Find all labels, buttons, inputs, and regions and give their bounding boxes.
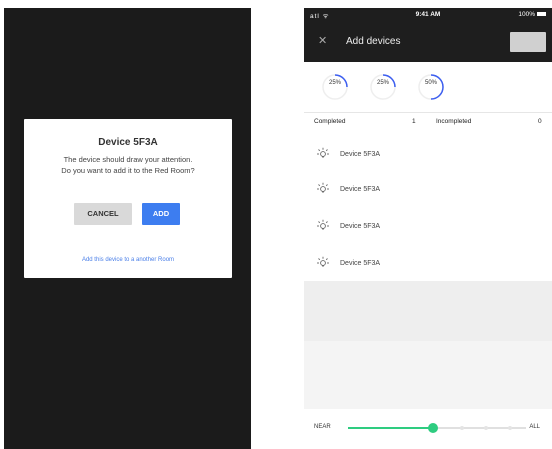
device-list-item[interactable]: Device 5F3A <box>304 210 552 244</box>
device-list-item[interactable]: Device 5F3A <box>304 247 552 281</box>
progress-ring-1-label: 25% <box>328 80 341 86</box>
bulb-icon <box>317 182 329 193</box>
progress-ring-1 <box>322 74 348 100</box>
device-name: Device 5F3A <box>340 186 381 193</box>
dialog-message-line-2: Do you want to add it to the Red Room? <box>61 166 195 175</box>
device-name: Device 5F3A <box>340 151 381 158</box>
device-list-item[interactable]: Device 5F3A <box>304 138 552 172</box>
add-device-dialog: Device 5F3A The device should draw your … <box>24 119 232 278</box>
dialog-title: Device 5F3A <box>98 137 158 148</box>
battery-percent: 100% <box>518 11 535 18</box>
completed-count: 1 <box>412 118 416 125</box>
add-to-another-room-link[interactable]: Add this device to a another Room <box>24 257 232 263</box>
device-name: Device 5F3A <box>340 223 381 230</box>
slider-thumb[interactable] <box>428 423 439 433</box>
bulb-icon <box>317 219 329 230</box>
add-button[interactable]: ADD <box>142 203 180 225</box>
slider-tick <box>460 426 464 430</box>
cancel-button[interactable]: CANCEL <box>74 203 132 225</box>
completion-stats: Completed 1 Incompleted 0 <box>304 114 552 130</box>
device-list-item[interactable]: Device 5F3A <box>304 173 552 207</box>
progress-ring-2 <box>370 74 396 100</box>
map-placeholder-lower <box>304 341 552 409</box>
slider-max-label: ALL <box>529 424 540 430</box>
dialog-message: The device should draw your attention. D… <box>32 154 224 176</box>
progress-ring-3-arc <box>430 74 444 100</box>
dialog-message-line-1: The device should draw your attention. <box>63 155 193 164</box>
slider-tick <box>508 426 512 430</box>
done-button[interactable] <box>510 32 546 52</box>
incompleted-count: 0 <box>538 118 542 125</box>
slider-fill <box>348 427 434 429</box>
divider <box>304 112 552 113</box>
slider-tick <box>484 426 488 430</box>
bulb-icon <box>317 256 329 267</box>
status-time: 9:41 AM <box>415 11 441 18</box>
progress-ring-3 <box>418 74 444 100</box>
app-bar: ✕ Add devices <box>304 22 552 62</box>
close-icon[interactable]: ✕ <box>318 34 327 47</box>
incompleted-label: Incompleted <box>436 118 472 125</box>
device-name: Device 5F3A <box>340 260 381 267</box>
page-title: Add devices <box>346 36 401 47</box>
range-slider[interactable] <box>348 423 526 433</box>
right-phone-screen: atl ᯤ 9:41 AM 100% ✕ Add devices 25% 25%… <box>304 8 552 449</box>
progress-ring-2-label: 25% <box>376 80 389 86</box>
progress-rings: 25% 25% 50% <box>304 66 552 110</box>
battery-icon <box>537 12 546 17</box>
bulb-icon <box>317 147 329 158</box>
slider-min-label: NEAR <box>314 424 331 430</box>
left-phone-screen: Device 5F3A The device should draw your … <box>4 8 251 449</box>
progress-ring-3-label: 50% <box>424 80 437 86</box>
completed-label: Completed <box>314 118 346 125</box>
map-placeholder-area <box>304 281 552 409</box>
battery-indicator: 100% <box>518 11 546 18</box>
range-slider-row: NEAR ALL <box>304 414 552 442</box>
status-bar: atl ᯤ 9:41 AM 100% <box>304 8 552 22</box>
